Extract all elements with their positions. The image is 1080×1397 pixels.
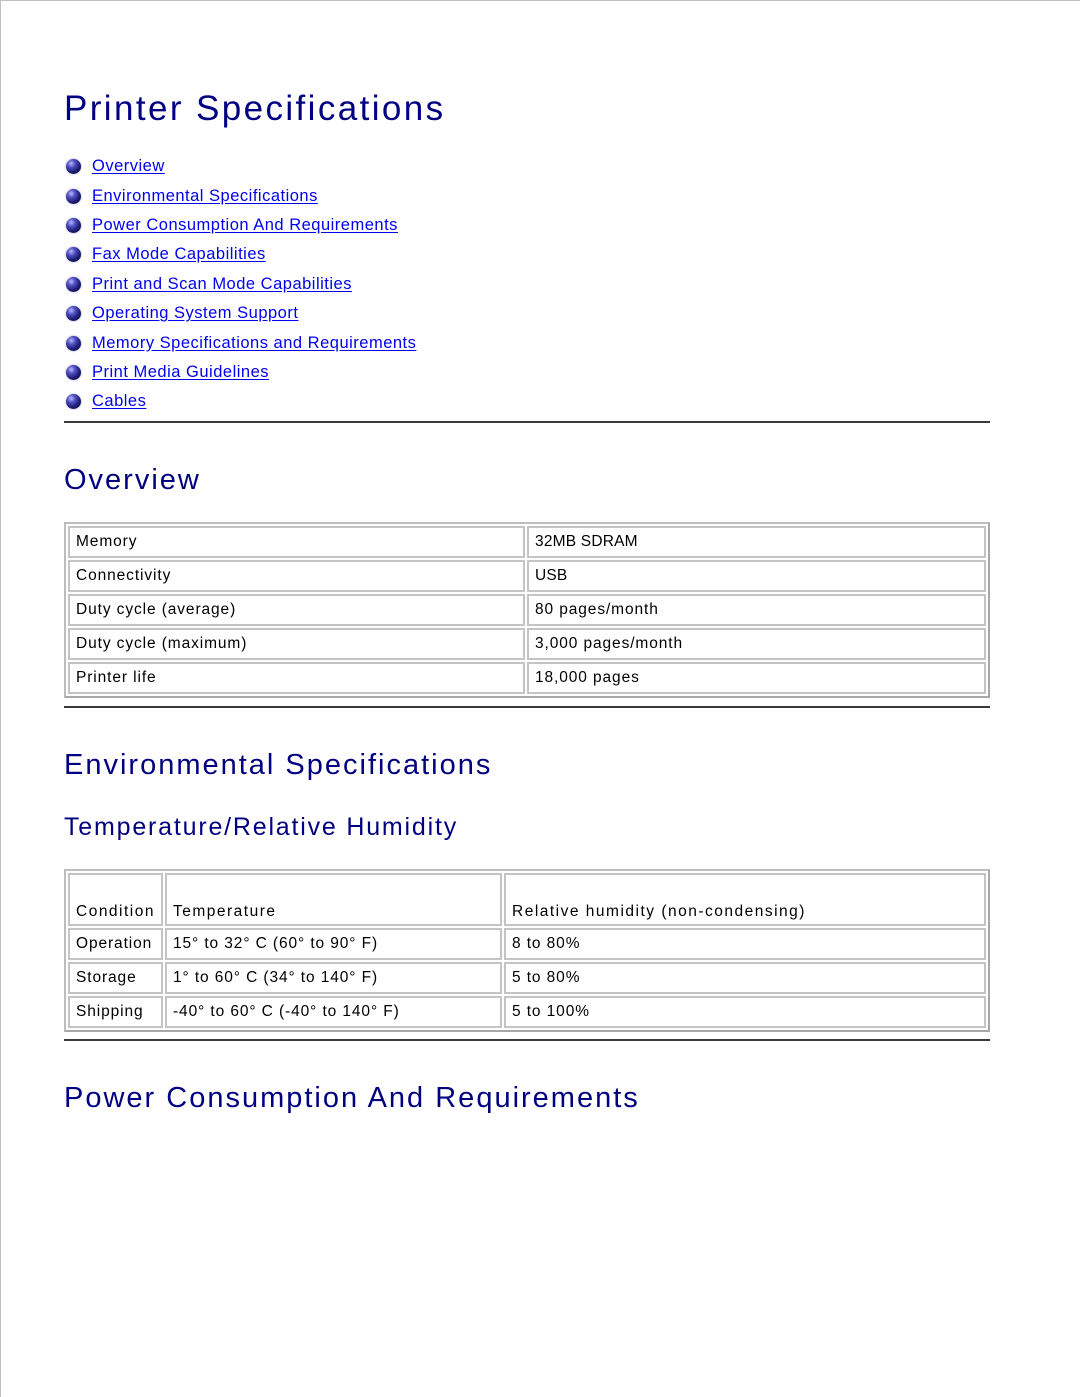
temperature-cell: -40° to 60° C (-40° to 140° F) [165, 996, 502, 1028]
toc-link-overview[interactable]: Overview [92, 157, 165, 176]
spec-label: Duty cycle (maximum) [68, 628, 525, 660]
condition-cell: Shipping [68, 996, 163, 1028]
bullet-sphere-icon [66, 247, 81, 263]
spec-value: 3,000 pages/month [527, 628, 986, 660]
table-row: Duty cycle (average) 80 pages/month [68, 594, 986, 626]
temperature-cell: 1° to 60° C (34° to 140° F) [165, 962, 502, 994]
bullet-sphere-icon [66, 394, 81, 410]
toc-link-power-consumption[interactable]: Power Consumption And Requirements [92, 216, 398, 235]
overview-heading: Overview [64, 464, 201, 496]
spec-value: 80 pages/month [527, 594, 986, 626]
bullet-sphere-icon [66, 217, 81, 233]
toc-item-memory: Memory Specifications and Requirements [64, 328, 416, 357]
toc-item-environmental: Environmental Specifications [64, 181, 416, 210]
toc-item-cables: Cables [64, 387, 416, 416]
toc-link-print-media-guidelines[interactable]: Print Media Guidelines [92, 363, 269, 382]
table-of-contents: Overview Environmental Specifications Po… [64, 152, 416, 417]
table-header-row: Condition Temperature Relative humidity … [68, 873, 986, 926]
bullet-sphere-icon [66, 306, 81, 322]
table-row: Operation 15° to 32° C (60° to 90° F) 8 … [68, 928, 986, 960]
humidity-cell: 5 to 100% [504, 996, 986, 1028]
toc-item-print-media: Print Media Guidelines [64, 358, 416, 387]
toc-item-print-scan: Print and Scan Mode Capabilities [64, 270, 416, 299]
temperature-humidity-heading: Temperature/Relative Humidity [64, 813, 458, 841]
table-row: Connectivity USB [68, 560, 986, 592]
section-divider [64, 706, 990, 708]
temperature-cell: 15° to 32° C (60° to 90° F) [165, 928, 502, 960]
toc-link-operating-system-support[interactable]: Operating System Support [92, 304, 298, 323]
toc-link-memory-specifications[interactable]: Memory Specifications and Requirements [92, 334, 416, 353]
power-consumption-heading: Power Consumption And Requirements [64, 1082, 640, 1114]
toc-link-print-scan-mode[interactable]: Print and Scan Mode Capabilities [92, 275, 352, 294]
spec-label: Duty cycle (average) [68, 594, 525, 626]
section-divider [64, 421, 990, 423]
table-row: Shipping -40° to 60° C (-40° to 140° F) … [68, 996, 986, 1028]
column-header-humidity: Relative humidity (non-condensing) [504, 873, 986, 926]
toc-link-fax-mode[interactable]: Fax Mode Capabilities [92, 245, 266, 264]
humidity-cell: 5 to 80% [504, 962, 986, 994]
bullet-sphere-icon [66, 159, 81, 175]
bullet-sphere-icon [66, 364, 81, 380]
environmental-table: Condition Temperature Relative humidity … [64, 869, 990, 1032]
toc-item-fax: Fax Mode Capabilities [64, 240, 416, 269]
column-header-condition: Condition [68, 873, 163, 926]
toc-link-cables[interactable]: Cables [92, 392, 146, 411]
toc-item-power: Power Consumption And Requirements [64, 211, 416, 240]
spec-label: Connectivity [68, 560, 525, 592]
table-row: Printer life 18,000 pages [68, 662, 986, 694]
toc-item-overview: Overview [64, 152, 416, 181]
toc-item-os-support: Operating System Support [64, 299, 416, 328]
bullet-sphere-icon [66, 335, 81, 351]
condition-cell: Storage [68, 962, 163, 994]
column-header-temperature: Temperature [165, 873, 502, 926]
table-row: Storage 1° to 60° C (34° to 140° F) 5 to… [68, 962, 986, 994]
bullet-sphere-icon [66, 188, 81, 204]
humidity-cell: 8 to 80% [504, 928, 986, 960]
spec-value: 18,000 pages [527, 662, 986, 694]
spec-label: Printer life [68, 662, 525, 694]
overview-table: Memory 32MB SDRAM Connectivity USB Duty … [64, 522, 990, 698]
page-title: Printer Specifications [64, 89, 446, 128]
toc-link-environmental-specifications[interactable]: Environmental Specifications [92, 187, 318, 206]
section-divider [64, 1039, 990, 1041]
bullet-sphere-icon [66, 276, 81, 292]
spec-value: USB [527, 560, 986, 592]
table-row: Duty cycle (maximum) 3,000 pages/month [68, 628, 986, 660]
spec-label: Memory [68, 526, 525, 558]
table-row: Memory 32MB SDRAM [68, 526, 986, 558]
environmental-heading: Environmental Specifications [64, 749, 493, 781]
spec-value: 32MB SDRAM [527, 526, 986, 558]
condition-cell: Operation [68, 928, 163, 960]
